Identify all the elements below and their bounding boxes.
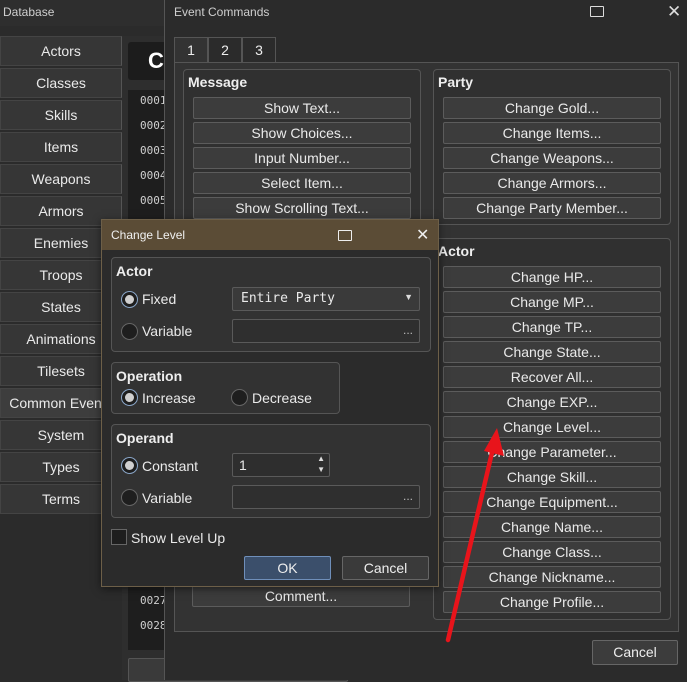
operation-section: Operation Increase Decrease (111, 362, 340, 414)
actor-select-value: Entire Party (241, 291, 335, 306)
operand-section-title: Operand (116, 430, 174, 446)
actor-fixed-radio[interactable] (121, 291, 138, 308)
operand-variable-label: Variable (142, 490, 193, 506)
list-item[interactable]: 0027 (128, 590, 168, 615)
database-tab-items[interactable]: Items (0, 132, 122, 162)
change-state-button[interactable]: Change State... (443, 341, 661, 363)
actor-fixed-label: Fixed (142, 291, 177, 307)
change-skill-button[interactable]: Change Skill... (443, 466, 661, 488)
change-level-dialog: Change Level ✕ Actor Fixed Entire Party … (101, 219, 439, 587)
change-level-button[interactable]: Change Level... (443, 416, 661, 438)
constant-value: 1 (239, 457, 247, 473)
change-weapons-button[interactable]: Change Weapons... (443, 147, 661, 169)
change-parameter-button[interactable]: Change Parameter... (443, 441, 661, 463)
event-commands-titlebar: Event Commands ✕ (165, 0, 687, 26)
list-item[interactable]: 0028 (128, 615, 168, 640)
actor-variable-radio[interactable] (121, 323, 138, 340)
list-item[interactable]: 0002 (128, 115, 168, 140)
actor-variable-label: Variable (142, 323, 193, 339)
party-group-title: Party (438, 74, 474, 90)
increase-label: Increase (142, 390, 196, 406)
tab-2[interactable]: 2 (208, 37, 242, 63)
database-tab-classes[interactable]: Classes (0, 68, 122, 98)
change-armors-button[interactable]: Change Armors... (443, 172, 661, 194)
operation-section-title: Operation (116, 368, 183, 384)
ellipsis-icon[interactable]: ... (403, 323, 413, 337)
event-commands-cancel-button[interactable]: Cancel (592, 640, 678, 665)
decrease-radio[interactable] (231, 389, 248, 406)
operand-variable-field[interactable]: ... (232, 485, 420, 509)
database-tab-skills[interactable]: Skills (0, 100, 122, 130)
show-level-up-label: Show Level Up (131, 530, 226, 546)
constant-spinbox[interactable]: 1 ▲ ▼ (232, 453, 330, 477)
change-level-title: Change Level (111, 228, 186, 242)
operand-section: Operand Constant 1 ▲ ▼ Variable ... (111, 424, 431, 518)
constant-radio[interactable] (121, 457, 138, 474)
constant-label: Constant (142, 458, 199, 474)
actor-group-title: Actor (438, 243, 475, 259)
window-mode-icon[interactable] (590, 6, 604, 17)
database-tab-actors[interactable]: Actors (0, 36, 122, 66)
change-nickname-button[interactable]: Change Nickname... (443, 566, 661, 588)
event-commands-title: Event Commands (174, 5, 270, 19)
show-scrolling-text-button[interactable]: Show Scrolling Text... (193, 197, 411, 219)
list-item[interactable]: 0005 (128, 190, 168, 215)
actor-section-title: Actor (116, 263, 153, 279)
change-equipment-button[interactable]: Change Equipment... (443, 491, 661, 513)
tab-1[interactable]: 1 (174, 37, 208, 63)
actor-select[interactable]: Entire Party ▼ (232, 287, 420, 311)
database-title: Database (3, 5, 55, 19)
actor-variable-field[interactable]: ... (232, 319, 420, 343)
actor-group: Actor Change HP... Change MP... Change T… (433, 238, 671, 620)
window-mode-icon[interactable] (338, 230, 352, 241)
database-tab-weapons[interactable]: Weapons (0, 164, 122, 194)
message-group: Message Show Text... Show Choices... Inp… (183, 69, 421, 225)
spin-down-icon[interactable]: ▼ (317, 465, 325, 474)
close-icon[interactable]: ✕ (416, 225, 429, 245)
increase-radio[interactable] (121, 389, 138, 406)
change-class-button[interactable]: Change Class... (443, 541, 661, 563)
change-tp-button[interactable]: Change TP... (443, 316, 661, 338)
change-name-button[interactable]: Change Name... (443, 516, 661, 538)
decrease-label: Decrease (252, 390, 312, 406)
change-profile-button[interactable]: Change Profile... (443, 591, 661, 613)
close-icon[interactable]: ✕ (667, 2, 681, 22)
cancel-button[interactable]: Cancel (342, 556, 429, 580)
chevron-down-icon: ▼ (404, 292, 413, 302)
spin-up-icon[interactable]: ▲ (317, 454, 325, 463)
show-text-button[interactable]: Show Text... (193, 97, 411, 119)
show-level-up-checkbox[interactable] (111, 529, 127, 545)
list-item[interactable]: 0004 (128, 165, 168, 190)
change-hp-button[interactable]: Change HP... (443, 266, 661, 288)
recover-all-button[interactable]: Recover All... (443, 366, 661, 388)
comment-button[interactable]: Comment... (192, 585, 410, 607)
party-group: Party Change Gold... Change Items... Cha… (433, 69, 671, 225)
select-item-button[interactable]: Select Item... (193, 172, 411, 194)
tab-3[interactable]: 3 (242, 37, 276, 63)
ellipsis-icon[interactable]: ... (403, 489, 413, 503)
message-group-title: Message (188, 74, 248, 90)
list-item[interactable]: 0003 (128, 140, 168, 165)
operand-variable-radio[interactable] (121, 489, 138, 506)
ok-button[interactable]: OK (244, 556, 331, 580)
change-level-titlebar: Change Level ✕ (102, 220, 438, 250)
change-mp-button[interactable]: Change MP... (443, 291, 661, 313)
change-party-member-button[interactable]: Change Party Member... (443, 197, 661, 219)
show-choices-button[interactable]: Show Choices... (193, 122, 411, 144)
change-gold-button[interactable]: Change Gold... (443, 97, 661, 119)
change-exp-button[interactable]: Change EXP... (443, 391, 661, 413)
list-item[interactable]: 0001 (128, 90, 168, 115)
actor-section: Actor Fixed Entire Party ▼ Variable ... (111, 257, 431, 352)
change-items-button[interactable]: Change Items... (443, 122, 661, 144)
input-number-button[interactable]: Input Number... (193, 147, 411, 169)
